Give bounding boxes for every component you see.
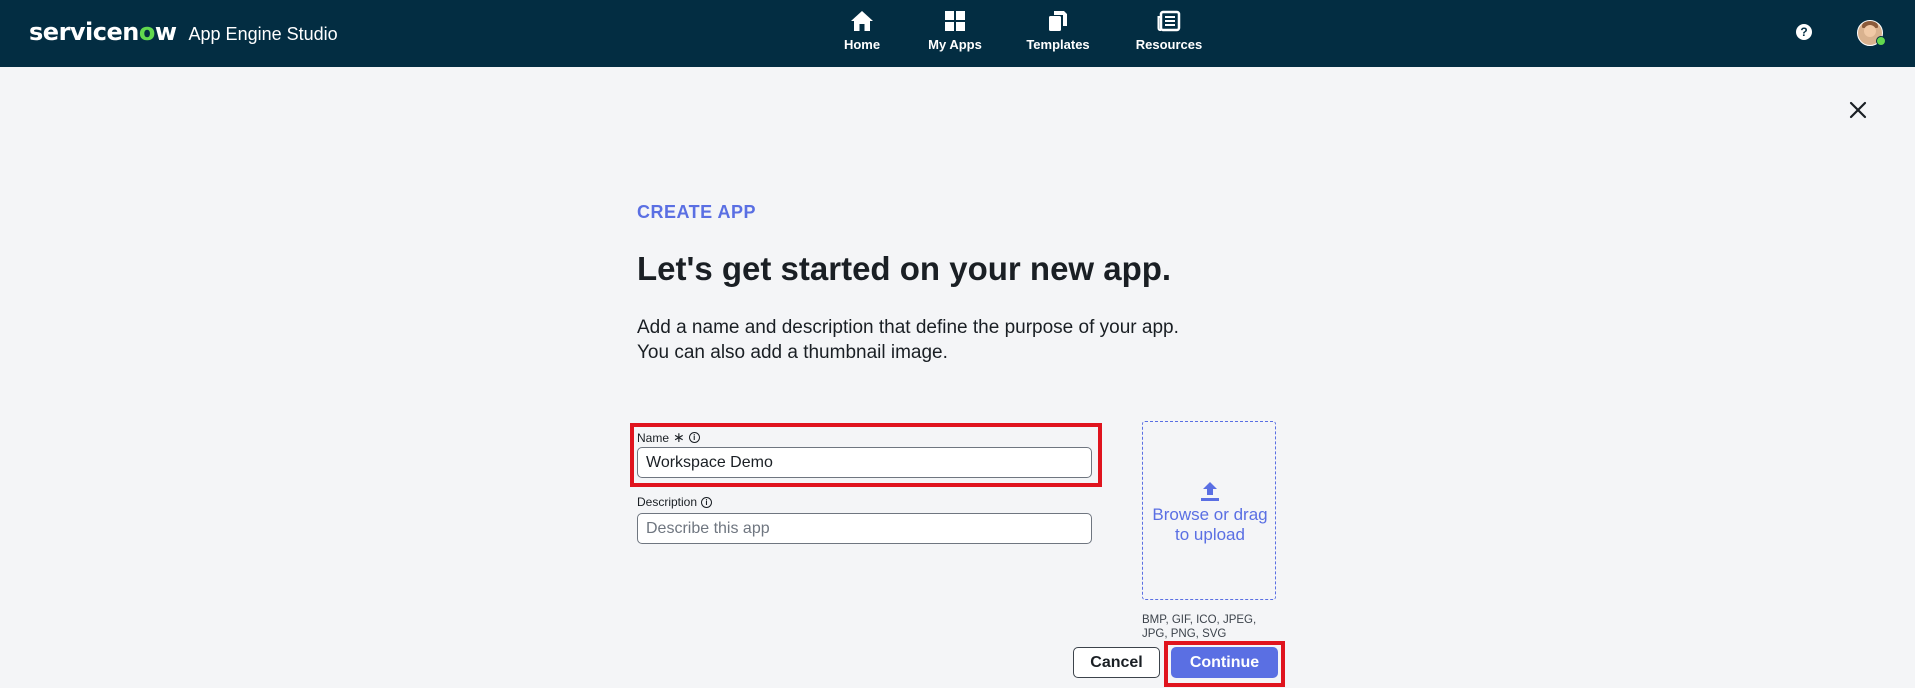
newspaper-icon <box>1157 10 1181 32</box>
copy-icon <box>1049 11 1067 31</box>
home-icon <box>851 11 873 31</box>
subtitle-line-1: Add a name and description that define t… <box>637 317 1179 338</box>
name-input[interactable] <box>637 447 1092 478</box>
subtitle-line-2: You can also add a thumbnail image. <box>637 342 948 363</box>
nav-resources[interactable]: Resources <box>1124 10 1214 54</box>
avatar-face <box>1864 25 1876 37</box>
main-nav: Home My Apps Templates Resources <box>0 10 1915 60</box>
nav-home-label: Home <box>843 37 881 52</box>
nav-my-apps-label: My Apps <box>928 37 982 52</box>
upload-text-line-1: Browse or drag <box>1152 505 1268 524</box>
page-subtitle: Add a name and description that define t… <box>637 315 1277 365</box>
formats-line-1: BMP, GIF, ICO, JPEG, <box>1142 614 1257 626</box>
help-icon[interactable]: ? <box>1796 24 1812 40</box>
eyebrow-label: CREATE APP <box>637 202 757 222</box>
info-icon[interactable]: i <box>701 496 713 508</box>
upload-instructions: Browse or drag to upload <box>1143 505 1277 545</box>
nav-templates[interactable]: Templates <box>1013 10 1103 54</box>
close-icon <box>1849 101 1867 119</box>
required-marker: ∗ <box>673 429 685 445</box>
name-label-text: Name <box>637 430 670 445</box>
formats-line-2: JPG, PNG, SVG <box>1142 628 1227 640</box>
nav-home[interactable]: Home <box>817 10 907 54</box>
top-header-bar: servicenow App Engine Studio Home My App… <box>0 0 1915 67</box>
thumbnail-upload-dropzone[interactable]: Browse or drag to upload <box>1142 421 1276 600</box>
upload-icon <box>1201 482 1219 501</box>
info-icon[interactable]: i <box>688 432 700 443</box>
grid-icon <box>945 11 965 31</box>
presence-status-dot <box>1876 36 1886 46</box>
page-title: Let's get started on your new app. <box>637 250 1172 287</box>
nav-templates-label: Templates <box>1026 37 1090 52</box>
description-input[interactable] <box>637 513 1092 544</box>
upload-text-line-2: to upload <box>1175 525 1245 544</box>
nav-resources-label: Resources <box>1135 37 1203 52</box>
nav-my-apps[interactable]: My Apps <box>910 10 1000 54</box>
close-button[interactable] <box>1847 99 1869 121</box>
description-field-label: Description i <box>637 495 713 509</box>
name-field-label: Name ∗ i <box>637 429 700 446</box>
supported-formats: BMP, GIF, ICO, JPEG, JPG, PNG, SVG <box>1142 613 1277 641</box>
description-label-text: Description <box>637 495 698 509</box>
continue-button[interactable]: Continue <box>1171 647 1278 678</box>
cancel-button[interactable]: Cancel <box>1073 647 1160 678</box>
